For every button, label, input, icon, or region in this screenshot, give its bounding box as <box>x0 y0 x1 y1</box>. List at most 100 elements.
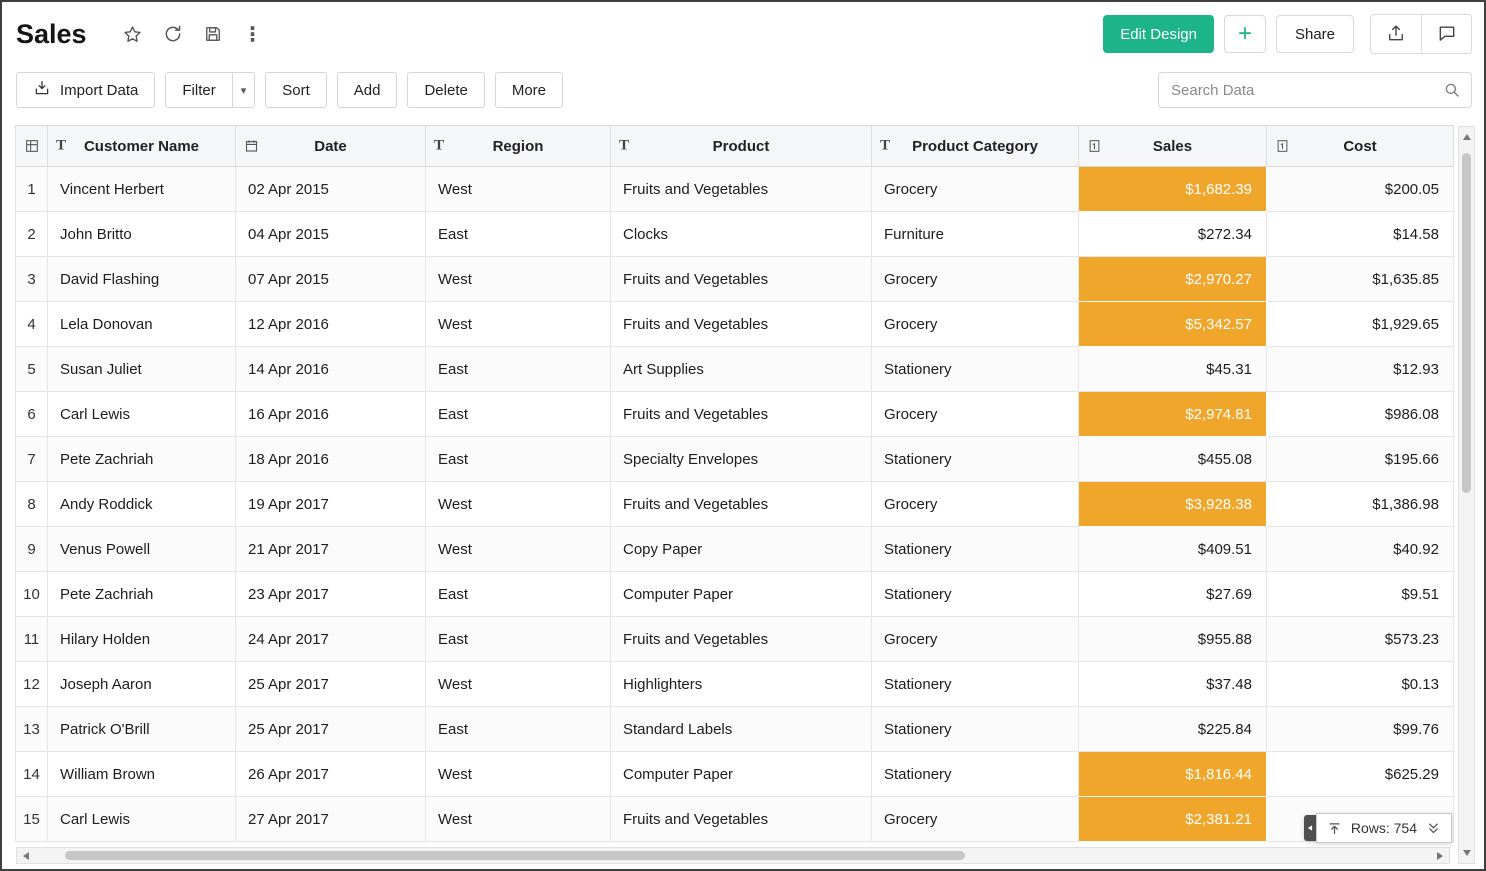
column-header-date[interactable]: Date <box>236 126 426 166</box>
cell-product[interactable]: Fruits and Vegetables <box>611 797 872 842</box>
cell-cost[interactable]: $195.66 <box>1267 437 1454 482</box>
cell-region[interactable]: East <box>426 392 611 437</box>
cell-customer-name[interactable]: Carl Lewis <box>48 797 236 842</box>
cell-customer-name[interactable]: Carl Lewis <box>48 392 236 437</box>
cell-region[interactable]: West <box>426 257 611 302</box>
scroll-left-arrow-icon[interactable] <box>17 848 35 863</box>
cell-product[interactable]: Highlighters <box>611 662 872 707</box>
cell-region[interactable]: West <box>426 797 611 842</box>
cell-product-category[interactable]: Stationery <box>872 527 1079 572</box>
cell-sales[interactable]: $27.69 <box>1079 572 1267 617</box>
add-new-report-button[interactable]: + <box>1224 15 1266 53</box>
cell-sales[interactable]: $2,381.21 <box>1079 797 1267 842</box>
cell-product[interactable]: Art Supplies <box>611 347 872 392</box>
column-header-product-category[interactable]: TProduct Category <box>872 126 1079 166</box>
cell-sales[interactable]: $37.48 <box>1079 662 1267 707</box>
cell-product[interactable]: Fruits and Vegetables <box>611 167 872 212</box>
kebab-menu-icon[interactable]: ⋮ <box>241 22 265 46</box>
cell-customer-name[interactable]: Patrick O'Brill <box>48 707 236 752</box>
cell-product[interactable]: Fruits and Vegetables <box>611 392 872 437</box>
cell-product[interactable]: Fruits and Vegetables <box>611 257 872 302</box>
vertical-scrollbar[interactable] <box>1458 126 1475 864</box>
row-number-cell[interactable]: 5 <box>16 347 48 392</box>
cell-product[interactable]: Copy Paper <box>611 527 872 572</box>
row-number-cell[interactable]: 13 <box>16 707 48 752</box>
cell-region[interactable]: East <box>426 347 611 392</box>
cell-cost[interactable]: $14.58 <box>1267 212 1454 257</box>
column-header-cost[interactable]: Cost <box>1267 126 1454 166</box>
cell-region[interactable]: East <box>426 572 611 617</box>
cell-product-category[interactable]: Grocery <box>872 167 1079 212</box>
comments-button[interactable] <box>1421 15 1471 53</box>
cell-product-category[interactable]: Grocery <box>872 392 1079 437</box>
cell-date[interactable]: 04 Apr 2015 <box>236 212 426 257</box>
cell-product-category[interactable]: Grocery <box>872 302 1079 347</box>
select-all-corner-cell[interactable] <box>16 126 48 166</box>
row-number-cell[interactable]: 10 <box>16 572 48 617</box>
scroll-up-arrow-icon[interactable] <box>1459 129 1474 145</box>
horizontal-scroll-thumb[interactable] <box>65 851 965 860</box>
row-number-cell[interactable]: 7 <box>16 437 48 482</box>
cell-sales[interactable]: $2,974.81 <box>1079 392 1267 437</box>
cell-sales[interactable]: $272.34 <box>1079 212 1267 257</box>
more-button[interactable]: More <box>495 72 563 108</box>
cell-product-category[interactable]: Grocery <box>872 482 1079 527</box>
add-button[interactable]: Add <box>337 72 398 108</box>
row-number-cell[interactable]: 4 <box>16 302 48 347</box>
row-number-cell[interactable]: 1 <box>16 167 48 212</box>
cell-product[interactable]: Clocks <box>611 212 872 257</box>
cell-customer-name[interactable]: Hilary Holden <box>48 617 236 662</box>
cell-date[interactable]: 25 Apr 2017 <box>236 662 426 707</box>
row-number-cell[interactable]: 14 <box>16 752 48 797</box>
row-number-cell[interactable]: 11 <box>16 617 48 662</box>
cell-date[interactable]: 12 Apr 2016 <box>236 302 426 347</box>
cell-product[interactable]: Fruits and Vegetables <box>611 482 872 527</box>
jump-to-top-icon[interactable] <box>1327 821 1342 836</box>
cell-cost[interactable]: $625.29 <box>1267 752 1454 797</box>
sort-button[interactable]: Sort <box>265 72 327 108</box>
cell-customer-name[interactable]: Lela Donovan <box>48 302 236 347</box>
cell-region[interactable]: West <box>426 662 611 707</box>
scroll-down-arrow-icon[interactable] <box>1459 845 1474 861</box>
cell-date[interactable]: 21 Apr 2017 <box>236 527 426 572</box>
column-header-region[interactable]: TRegion <box>426 126 611 166</box>
cell-customer-name[interactable]: Andy Roddick <box>48 482 236 527</box>
cell-region[interactable]: West <box>426 482 611 527</box>
cell-sales[interactable]: $1,816.44 <box>1079 752 1267 797</box>
cell-customer-name[interactable]: Pete Zachriah <box>48 437 236 482</box>
cell-customer-name[interactable]: Susan Juliet <box>48 347 236 392</box>
cell-product-category[interactable]: Stationery <box>872 347 1079 392</box>
cell-product-category[interactable]: Stationery <box>872 707 1079 752</box>
jump-to-bottom-icon[interactable] <box>1426 821 1441 836</box>
cell-customer-name[interactable]: Venus Powell <box>48 527 236 572</box>
cell-product[interactable]: Specialty Envelopes <box>611 437 872 482</box>
scroll-right-arrow-icon[interactable] <box>1431 848 1449 863</box>
cell-cost[interactable]: $9.51 <box>1267 572 1454 617</box>
favorite-star-icon[interactable] <box>121 22 145 46</box>
cell-cost[interactable]: $1,386.98 <box>1267 482 1454 527</box>
cell-date[interactable]: 02 Apr 2015 <box>236 167 426 212</box>
cell-product[interactable]: Computer Paper <box>611 572 872 617</box>
import-data-button[interactable]: Import Data <box>16 72 155 108</box>
refresh-icon[interactable] <box>161 22 185 46</box>
row-number-cell[interactable]: 8 <box>16 482 48 527</box>
cell-sales[interactable]: $3,928.38 <box>1079 482 1267 527</box>
cell-cost[interactable]: $0.13 <box>1267 662 1454 707</box>
cell-region[interactable]: West <box>426 302 611 347</box>
row-number-cell[interactable]: 12 <box>16 662 48 707</box>
cell-customer-name[interactable]: Pete Zachriah <box>48 572 236 617</box>
column-header-sales[interactable]: Sales <box>1079 126 1267 166</box>
cell-product-category[interactable]: Grocery <box>872 617 1079 662</box>
cell-customer-name[interactable]: Joseph Aaron <box>48 662 236 707</box>
filter-dropdown-button[interactable]: ▾ <box>233 72 256 108</box>
edit-design-button[interactable]: Edit Design <box>1103 15 1214 53</box>
cell-date[interactable]: 16 Apr 2016 <box>236 392 426 437</box>
cell-date[interactable]: 18 Apr 2016 <box>236 437 426 482</box>
share-button[interactable]: Share <box>1276 15 1354 53</box>
cell-cost[interactable]: $986.08 <box>1267 392 1454 437</box>
search-input[interactable] <box>1171 82 1443 99</box>
save-icon[interactable] <box>201 22 225 46</box>
cell-product[interactable]: Fruits and Vegetables <box>611 617 872 662</box>
export-button[interactable] <box>1371 15 1421 53</box>
cell-product-category[interactable]: Stationery <box>872 752 1079 797</box>
